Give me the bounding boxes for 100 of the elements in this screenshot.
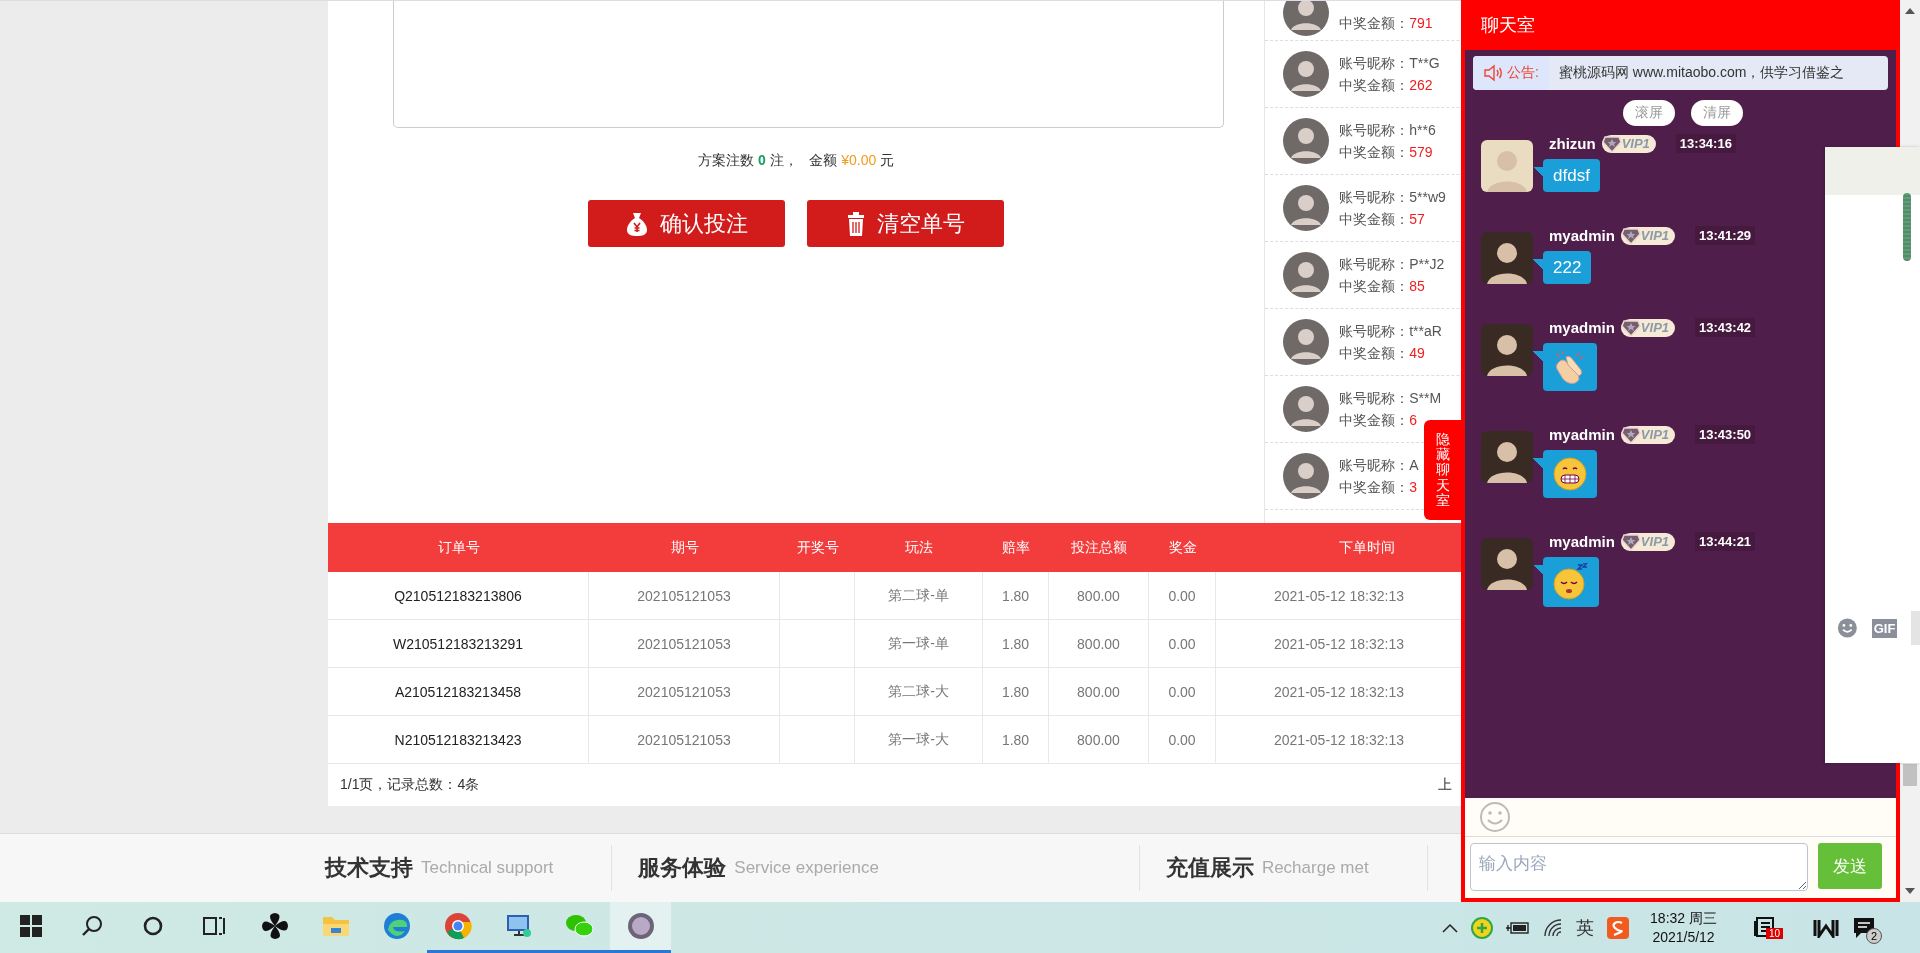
table-cell: 2021-05-12 18:32:13 [1274,635,1404,652]
previous-page-link[interactable]: 上 [1438,776,1452,794]
pinyin-app-icon[interactable] [1607,916,1630,939]
avatar-icon [1481,324,1533,376]
table-cell: 800.00 [1077,731,1120,748]
table-cell: 202105121053 [637,683,731,700]
avatar-icon [1481,538,1533,590]
ring-icon[interactable] [141,915,164,937]
scroll-up-icon[interactable] [1905,8,1915,14]
message-time: 13:34:16 [1675,134,1736,153]
nickname-label: 账号昵称： [1339,323,1410,339]
table-cell: W210512183213291 [393,635,523,652]
avatar-icon [1283,118,1330,164]
vip-badge: VIP1 [1620,318,1676,337]
table-cell: 第一球-大 [888,730,949,749]
task-view-icon[interactable] [201,915,226,937]
table-cell: A210512183213458 [394,683,522,700]
bars-logo-icon[interactable] [1813,917,1839,938]
pinwheel-icon[interactable] [260,912,289,940]
user-name: myadmin [1549,533,1615,550]
footer-title: 服务体验 [638,854,727,882]
table-cell: 第一球-单 [888,634,949,653]
column-header: 奖金 [1167,537,1198,557]
input-method[interactable]: 英 [1576,915,1595,940]
table-cell: 第二球-大 [888,682,949,701]
hide-chat-tab[interactable]: 隐藏聊天室 [1424,420,1462,520]
confirm-bet-button[interactable]: 确认投注 [588,200,786,247]
prize-label: 中奖金额： [1339,144,1410,160]
nickname: S**M [1409,390,1442,406]
scroll-lock-button[interactable]: 滚屏 [1622,100,1675,126]
column-header: 赔率 [1001,537,1031,557]
nickname: A [1409,457,1419,473]
user-name: myadmin [1549,227,1615,244]
nickname-label: 账号昵称： [1339,122,1410,138]
wifi-icon[interactable] [1543,918,1564,937]
table-cell: 1.80 [1001,731,1030,748]
round-browser-icon[interactable] [443,912,472,940]
prize-amount: 57 [1409,211,1425,227]
table-cell: 1.80 [1001,587,1030,604]
footer-title: 技术支持 [325,854,413,882]
trash-icon [846,211,865,236]
vip-badge: VIP1 [1620,425,1676,444]
table-cell: 2021-05-12 18:32:13 [1274,587,1404,604]
avatar-icon [1283,252,1330,298]
table-cell: 800.00 [1077,635,1120,652]
table-cell: 800.00 [1077,587,1120,604]
gif-button[interactable]: GIF [1871,618,1898,638]
swirl-browser-icon[interactable] [382,912,411,940]
folder-icon[interactable] [321,914,350,938]
round-app-icon[interactable] [626,912,655,940]
nickname-label: 账号昵称： [1339,55,1410,71]
clock[interactable]: 18:32 周三 2021/5/12 [1650,908,1717,947]
message-input[interactable]: 输入内容 [1470,843,1808,891]
table-cell: 202105121053 [637,635,731,652]
column-header: 下单时间 [1338,537,1396,557]
scroll-down-icon[interactable] [1905,888,1915,894]
search-icon[interactable] [80,915,103,937]
notice-text: 蜜桃源码网 www.mitaobo.com，供学习借鉴之 [1557,64,1845,82]
smiley-icon[interactable] [1837,616,1858,640]
windows-logo-icon[interactable] [19,915,42,937]
volume-gauge-icon [1903,193,1911,261]
speaker-icon [1483,64,1503,82]
prize-amount: 3 [1409,479,1418,495]
sleeping-face-icon [1552,563,1590,601]
table-cell: 0.00 [1168,635,1196,652]
monitor-icon[interactable] [504,913,533,939]
nickname: P**J2 [1409,256,1445,272]
prize-label: 中奖金额： [1339,479,1410,495]
chevron-up-icon[interactable] [1442,922,1459,933]
clear-button[interactable]: 清空单号 [807,200,1005,247]
nickname-label: 账号昵称： [1339,189,1410,205]
message-time: 13:41:29 [1695,226,1756,245]
user-name: myadmin [1549,319,1615,336]
avatar-icon [1283,386,1330,432]
nickname-label: 账号昵称： [1339,390,1410,406]
clear-screen-button[interactable]: 清屏 [1690,100,1743,126]
scroll-thumb[interactable] [1903,764,1917,786]
prize-amount: 85 [1409,278,1425,294]
message-bubble: 222 [1533,251,1592,284]
prize-label: 中奖金额： [1339,278,1410,294]
prize-label: 中奖金额： [1339,77,1410,93]
table-cell: 0.00 [1168,683,1196,700]
column-header: 订单号 [436,537,481,557]
prize-label: 中奖金额： [1339,15,1410,31]
grinning-face-icon [1552,456,1588,492]
column-header: 开奖号 [795,537,840,557]
footer-subtitle: Recharge met [1261,858,1369,878]
vip-badge: VIP1 [1620,532,1676,551]
nickname: T**G [1409,55,1440,71]
money-bag-icon [625,210,648,237]
bet-summary: 方案注数 0 注， 金额 ¥0.00 元 [698,152,895,170]
message-bubble: dfdsf [1533,159,1600,192]
table-cell: 0.00 [1168,587,1196,604]
message-time: 13:43:42 [1695,318,1756,337]
vip-badge: VIP1 [1620,226,1676,245]
table-cell: N210512183213423 [394,731,522,748]
battery-icon[interactable] [1506,920,1531,935]
table-cell: 0.00 [1168,731,1196,748]
avatar-icon [1283,319,1330,365]
avatar-icon [1283,185,1330,231]
